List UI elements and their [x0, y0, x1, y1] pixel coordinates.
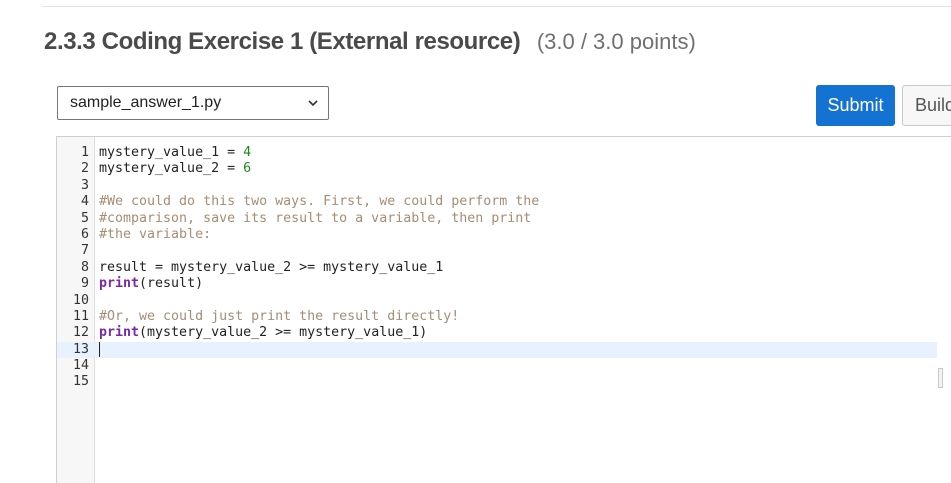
code-token: #comparison, save its result to a variab… — [99, 210, 532, 226]
code-token: 4 — [243, 145, 252, 160]
code-line[interactable]: 12 print(mystery_value_2 >= mystery_value… — [57, 325, 937, 341]
code-line[interactable]: 4 #We could do this two ways. First, we c… — [57, 194, 937, 210]
editor-scrollbar[interactable] — [938, 368, 943, 388]
code-token: #the variable: — [99, 226, 212, 242]
exercise-header: 2.3.3 Coding Exercise 1 (External resour… — [44, 28, 696, 56]
code-text: print(mystery_value_2 >= mystery_value_1… — [99, 325, 427, 341]
file-select-value: sample_answer_1.py — [70, 94, 222, 111]
code-text: #Or, we could just print the result dire… — [99, 309, 459, 325]
line-number: 9 — [80, 276, 89, 292]
code-line[interactable]: 6 #the variable: — [57, 227, 937, 243]
code-line-active[interactable]: 13 — [57, 341, 937, 359]
line-number: 3 — [80, 177, 89, 193]
code-line[interactable]: 7 — [57, 243, 937, 259]
chevron-down-icon — [308, 100, 318, 107]
code-token: print — [99, 276, 140, 292]
file-select[interactable]: sample_answer_1.py — [57, 86, 329, 120]
code-text: #the variable: — [99, 227, 211, 243]
code-text: #comparison, save its result to a variab… — [99, 211, 531, 227]
code-line[interactable]: 8 result = mystery_value_2 >= mystery_val… — [57, 260, 937, 276]
submit-button[interactable]: Submit — [816, 85, 895, 126]
code-token: (mystery_value_2 >= mystery_value_1) — [139, 325, 428, 341]
code-text: mystery_value_1 = 4 — [99, 145, 251, 161]
code-line[interactable]: 11 #Or, we could just print the result di… — [57, 309, 937, 325]
line-number: 4 — [80, 194, 89, 210]
line-number: 6 — [80, 226, 89, 242]
code-token: #Or, we could just print the result dire… — [99, 308, 460, 324]
line-number: 15 — [72, 374, 89, 390]
code-text — [99, 341, 100, 359]
line-number: 11 — [72, 308, 89, 324]
line-number: 5 — [80, 210, 89, 226]
code-token: print — [99, 325, 140, 341]
code-text: result = mystery_value_2 >= mystery_valu… — [99, 260, 443, 276]
code-line[interactable]: 9 print(result) — [57, 276, 937, 292]
line-number: 14 — [72, 358, 89, 374]
code-line[interactable]: 1 mystery_value_1 = 4 — [57, 145, 937, 161]
top-divider — [42, 6, 951, 7]
line-number: 8 — [80, 259, 89, 275]
page-title: 2.3.3 Coding Exercise 1 (External resour… — [44, 28, 521, 55]
code-text: mystery_value_2 = 6 — [99, 161, 251, 177]
line-number: 2 — [80, 161, 89, 177]
code-text: print(result) — [99, 276, 203, 292]
code-token: mystery_value_2 = — [99, 161, 244, 177]
text-cursor — [99, 341, 100, 357]
code-token: #We could do this two ways. First, we co… — [99, 194, 540, 210]
code-line[interactable]: 3 — [57, 178, 937, 194]
line-number: 1 — [80, 145, 89, 160]
code-token: result = mystery_value_2 >= mystery_valu… — [99, 259, 444, 275]
code-token: mystery_value_1 = — [99, 145, 244, 160]
line-number: 10 — [72, 292, 89, 308]
code-line[interactable]: 10 — [57, 293, 937, 309]
code-line[interactable]: 5 #comparison, save its result to a varia… — [57, 211, 937, 227]
code-line[interactable]: 15 — [57, 374, 937, 390]
build-button[interactable]: Build — [902, 85, 951, 126]
code-text: #We could do this two ways. First, we co… — [99, 194, 539, 210]
code-line[interactable]: 2 mystery_value_2 = 6 — [57, 161, 937, 177]
code-token: 6 — [243, 161, 252, 177]
line-number: 12 — [72, 325, 89, 341]
line-number: 13 — [72, 341, 89, 357]
code-token: (result) — [139, 276, 204, 292]
code-editor[interactable]: 1 mystery_value_1 = 4 2 mystery_value_2 = 6… — [56, 136, 951, 483]
code-line[interactable]: 14 — [57, 358, 937, 374]
line-number: 7 — [80, 243, 89, 259]
code-lines: 1 mystery_value_1 = 4 2 mystery_value_2 = 6… — [57, 145, 937, 391]
points-score: (3.0 / 3.0 points) — [536, 29, 696, 54]
